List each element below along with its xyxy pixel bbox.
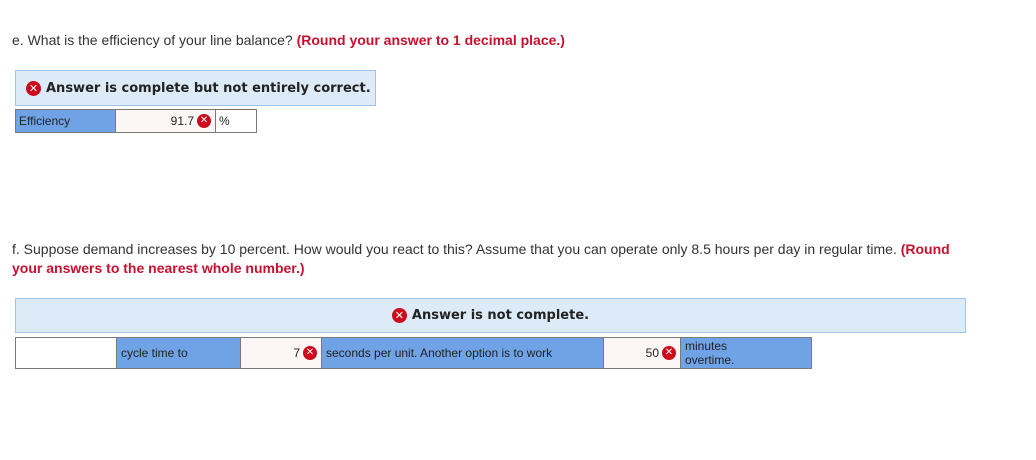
minutes-overtime-label: minutes overtime. <box>681 337 812 369</box>
answer-e-row: Efficiency 91.7 ✕ % <box>15 109 257 133</box>
x-circle-icon: ✕ <box>391 308 407 323</box>
answer-f-banner: ✕ Answer is not complete. <box>15 298 966 333</box>
efficiency-input[interactable]: 91.7 ✕ <box>116 109 216 133</box>
question-e: e. What is the efficiency of your line b… <box>12 31 565 50</box>
efficiency-value: 91.7 <box>170 114 194 128</box>
x-circle-icon: ✕ <box>26 80 41 96</box>
overtime-input[interactable]: 50 ✕ <box>604 337 681 369</box>
answer-f-row: cycle time to 7 ✕ seconds per unit. Anot… <box>15 337 812 369</box>
answer-f-banner-text: Answer is not complete. <box>411 308 590 323</box>
seconds-label: seconds per unit. Another option is to w… <box>322 337 604 369</box>
answer-e-banner: ✕ Answer is complete but not entirely co… <box>15 70 376 106</box>
cycle-time-value: 7 <box>293 346 300 360</box>
answer-e-banner-text: Answer is complete but not entirely corr… <box>46 80 371 96</box>
cycle-time-input[interactable]: 7 ✕ <box>241 337 322 369</box>
question-f-text: f. Suppose demand increases by 10 percen… <box>12 241 901 257</box>
efficiency-label: Efficiency <box>15 109 116 133</box>
overtime-value: 50 <box>645 346 659 360</box>
question-e-hint: (Round your answer to 1 decimal place.) <box>296 32 565 48</box>
blank-input[interactable] <box>15 337 117 369</box>
minutes-overtime-text: minutes overtime. <box>685 339 735 367</box>
x-circle-icon: ✕ <box>197 114 211 128</box>
efficiency-unit: % <box>216 109 257 133</box>
question-e-text: e. What is the efficiency of your line b… <box>12 32 297 48</box>
question-f: f. Suppose demand increases by 10 percen… <box>12 240 972 278</box>
x-circle-icon: ✕ <box>303 346 317 360</box>
cycle-time-label: cycle time to <box>117 337 241 369</box>
x-circle-icon: ✕ <box>662 346 676 360</box>
